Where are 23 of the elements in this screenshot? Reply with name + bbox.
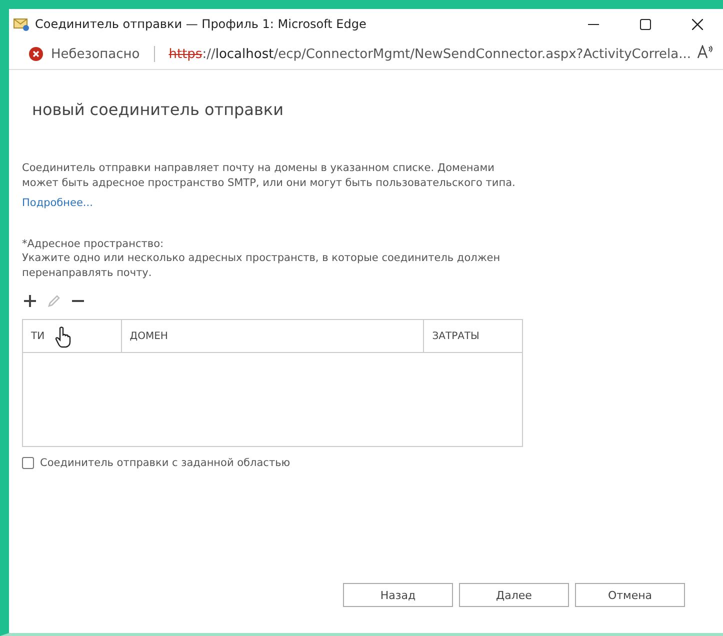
envelope-icon: [13, 17, 29, 31]
read-aloud-icon[interactable]: [697, 45, 713, 59]
field-label: *Адресное пространство:: [22, 237, 165, 251]
hand-cursor-icon: [55, 326, 71, 348]
dialog-button[interactable]: Назад: [343, 583, 453, 607]
add-icon[interactable]: [22, 293, 38, 309]
hint-text: Укажите одно или несколько адресных пространств, в которые соединитель должен перенаправлять почту.: [22, 251, 502, 281]
page-heading: новый соединитель отправки: [32, 100, 284, 119]
column-header[interactable]: ДОМЕН: [121, 320, 424, 352]
checkbox-label[interactable]: Соединитель отправки с заданной областью: [40, 457, 290, 469]
security-label[interactable]: Небезопасно: [51, 46, 140, 62]
column-header[interactable]: ЗАТРАТЫ: [424, 320, 522, 352]
dialog-button[interactable]: Отмена: [575, 583, 685, 607]
maximize-icon[interactable]: [640, 18, 650, 30]
window-title: Соединитель отправки — Профиль 1: Microsoft Edge: [35, 17, 368, 31]
more-link[interactable]: Подробнее...: [22, 197, 93, 209]
checkbox[interactable]: [22, 457, 34, 469]
url-text[interactable]: https://localhost/ecp/ConnectorMgmt/NewSendConnector.aspx?ActivityCorrela...: [168, 46, 691, 62]
description-text: Соединитель отправки направляет почту на домены в указанном списке. Доменами может быть адресное пространство SMTP, или они могут быть пользовательского типа.: [22, 161, 516, 191]
column-header[interactable]: ТИ: [22, 320, 122, 352]
warning-icon[interactable]: [29, 47, 43, 61]
dialog-button[interactable]: Далее: [459, 583, 569, 607]
close-icon[interactable]: [692, 18, 702, 30]
